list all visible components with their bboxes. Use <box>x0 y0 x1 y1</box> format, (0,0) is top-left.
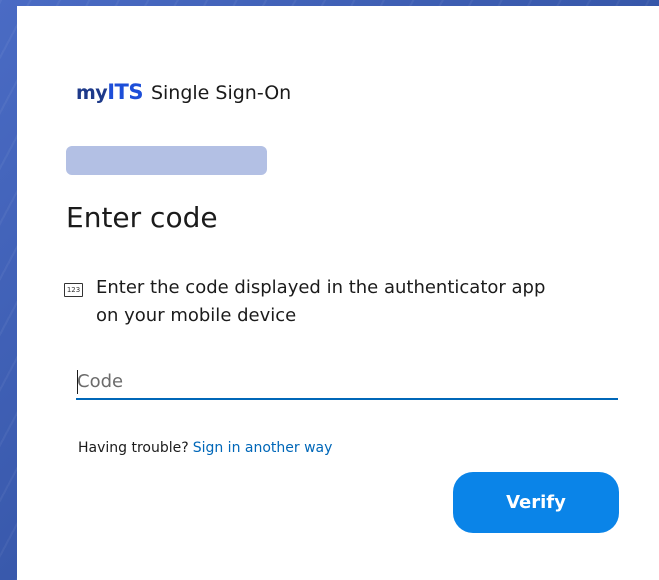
help-line: Having trouble? Sign in another way <box>78 440 332 456</box>
sign-in-card: myITS Single Sign-On Enter code 123 Ente… <box>17 6 659 580</box>
code-input[interactable] <box>76 364 618 400</box>
help-prompt: Having trouble? <box>78 440 189 456</box>
brand-title: Single Sign-On <box>150 82 292 104</box>
instruction-row: 123 Enter the code displayed in the auth… <box>64 274 584 330</box>
verify-button[interactable]: Verify <box>453 472 619 533</box>
instruction-text: Enter the code displayed in the authenti… <box>96 277 546 326</box>
account-identifier-redacted <box>66 146 267 175</box>
numeric-code-icon: 123 <box>64 283 83 297</box>
text-caret <box>77 370 78 394</box>
brand-header: myITS Single Sign-On <box>76 80 291 104</box>
myits-logo: myITS <box>76 80 143 104</box>
sign-in-another-way-link[interactable]: Sign in another way <box>193 440 333 456</box>
page-title: Enter code <box>66 201 218 234</box>
